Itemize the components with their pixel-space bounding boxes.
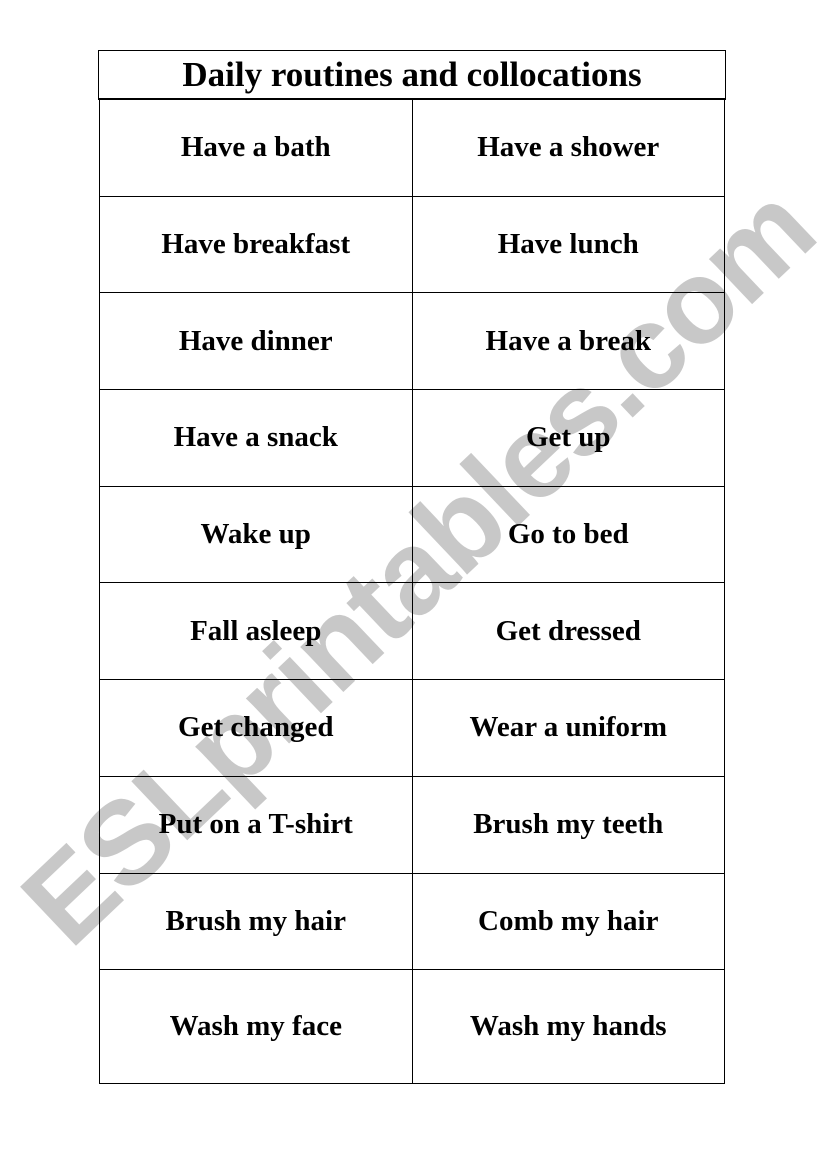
collocation-card: Have a bath bbox=[99, 99, 413, 197]
collocation-card: Get changed bbox=[99, 679, 413, 777]
collocation-card: Wash my hands bbox=[411, 969, 725, 1085]
collocation-card: Fall asleep bbox=[99, 582, 413, 681]
collocation-card: Get dressed bbox=[411, 582, 725, 681]
table-row: Wake up Go to bed bbox=[99, 485, 725, 584]
collocation-card: Go to bed bbox=[411, 485, 725, 584]
table-row: Have breakfast Have lunch bbox=[99, 195, 725, 294]
table-row: Have a bath Have a shower bbox=[99, 99, 725, 197]
collocation-card: Have breakfast bbox=[99, 195, 413, 294]
collocation-card: Put on a T-shirt bbox=[99, 775, 413, 874]
table-row: Wash my face Wash my hands bbox=[99, 969, 725, 1085]
collocation-card: Have lunch bbox=[411, 195, 725, 294]
collocation-grid: Have a bath Have a shower Have breakfast… bbox=[99, 99, 725, 1085]
table-row: Put on a T-shirt Brush my teeth bbox=[99, 775, 725, 874]
table-row: Brush my hair Comb my hair bbox=[99, 872, 725, 971]
collocation-card: Have a snack bbox=[99, 389, 413, 487]
collocation-card: Have a shower bbox=[411, 99, 725, 197]
table-row: Fall asleep Get dressed bbox=[99, 582, 725, 681]
collocation-card: Get up bbox=[411, 389, 725, 487]
collocation-card: Brush my teeth bbox=[411, 775, 725, 874]
collocation-card: Have dinner bbox=[99, 292, 413, 391]
table-row: Get changed Wear a uniform bbox=[99, 679, 725, 777]
collocation-card: Wash my face bbox=[99, 969, 413, 1085]
table-row: Have a snack Get up bbox=[99, 389, 725, 487]
table-row: Have dinner Have a break bbox=[99, 292, 725, 391]
collocation-card: Comb my hair bbox=[411, 872, 725, 971]
collocation-card: Wear a uniform bbox=[411, 679, 725, 777]
collocation-card: Wake up bbox=[99, 485, 413, 584]
worksheet-title: Daily routines and collocations bbox=[98, 50, 726, 100]
collocation-card: Brush my hair bbox=[99, 872, 413, 971]
collocation-card: Have a break bbox=[411, 292, 725, 391]
